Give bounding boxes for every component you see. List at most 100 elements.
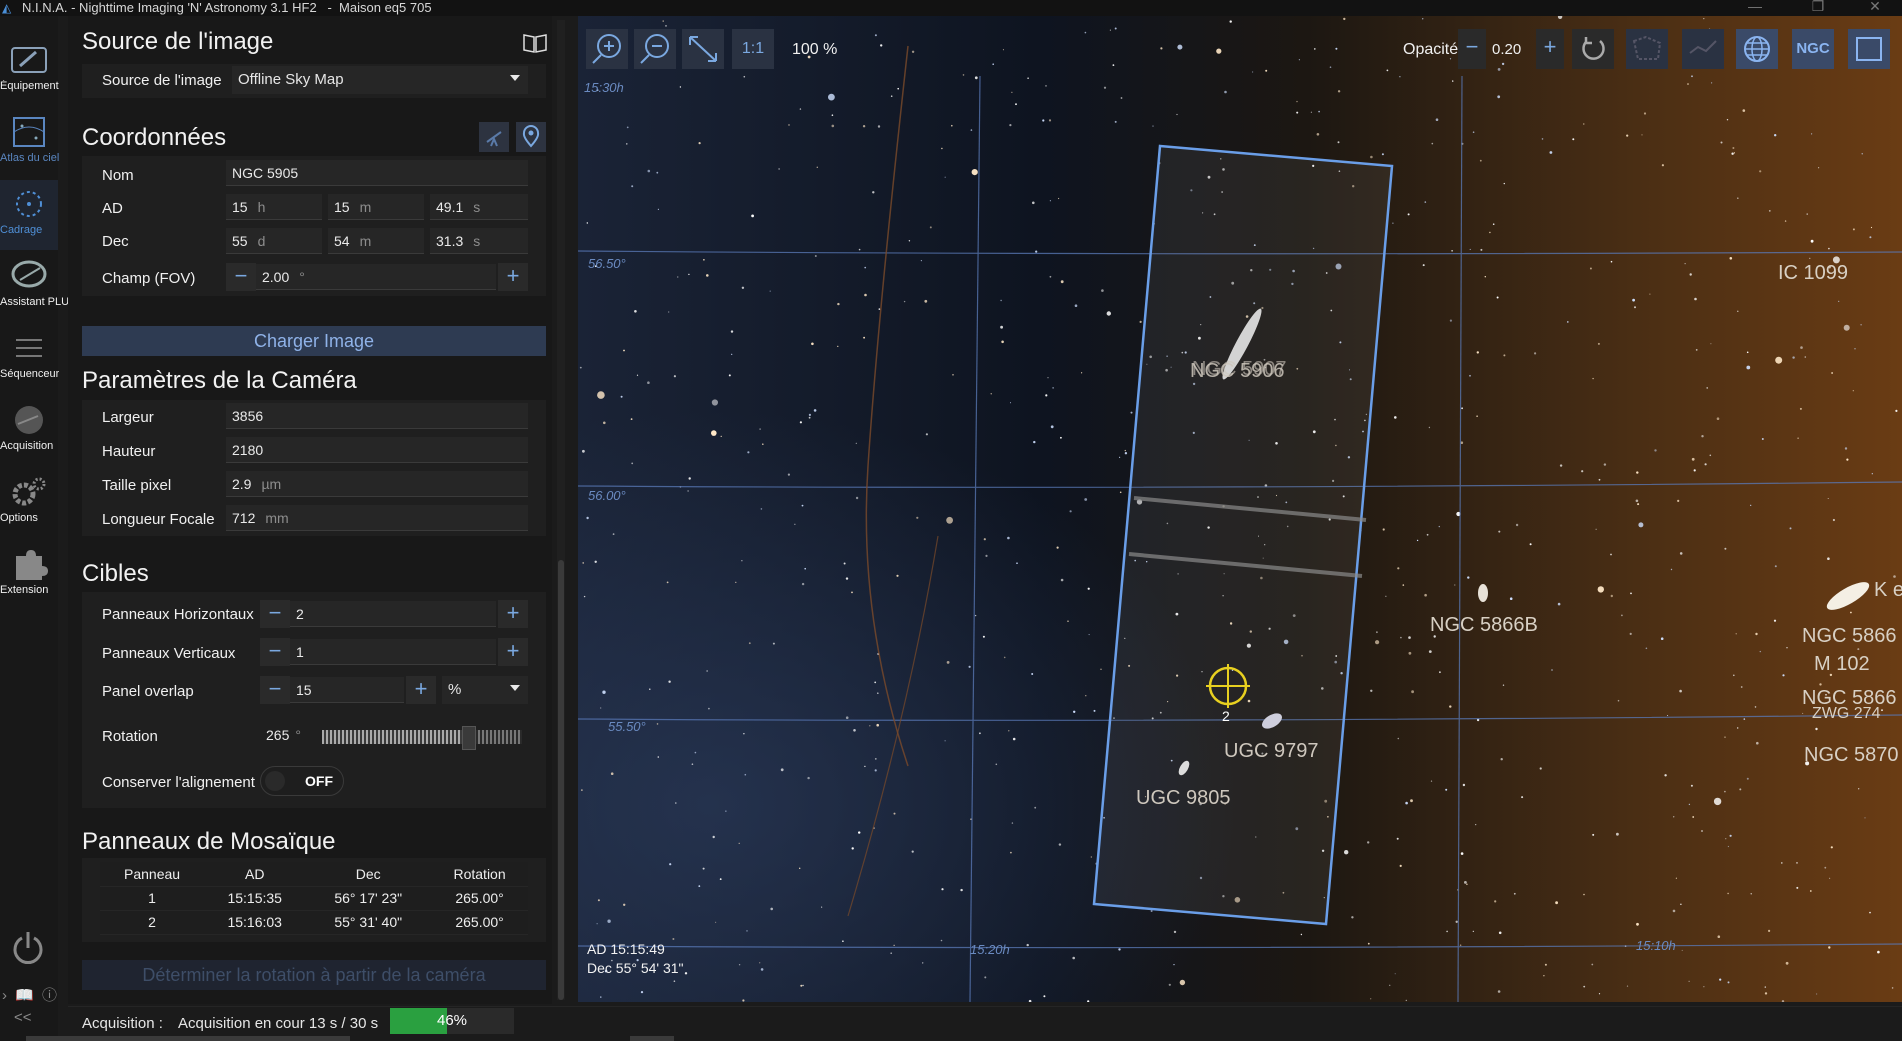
- coordinate-grid-button[interactable]: [1736, 29, 1778, 69]
- star: [940, 939, 943, 942]
- fov-decrement-button[interactable]: −: [226, 263, 256, 291]
- star: [916, 516, 919, 519]
- fit-to-view-button[interactable]: [682, 29, 724, 69]
- star: [738, 964, 741, 966]
- info-icon[interactable]: ⓘ: [42, 987, 57, 1004]
- dec-degrees-field[interactable]: 55 d: [226, 228, 322, 254]
- star: [1480, 248, 1483, 251]
- opacity-increment-button[interactable]: +: [1536, 29, 1564, 69]
- actual-size-button[interactable]: 1:1: [732, 29, 774, 69]
- hpanels-increment-button[interactable]: +: [498, 600, 528, 628]
- sky-scrollbar[interactable]: [630, 1036, 674, 1041]
- star: [1632, 298, 1635, 302]
- object-name-field[interactable]: NGC 5905: [226, 160, 528, 186]
- nav-extension[interactable]: Extension: [0, 540, 58, 610]
- width-field[interactable]: 3856: [226, 403, 528, 429]
- dso-annotations-button[interactable]: NGC: [1792, 29, 1834, 69]
- panel-overlap-field[interactable]: 15: [290, 677, 404, 703]
- star: [1764, 986, 1767, 988]
- overlap-increment-button[interactable]: +: [406, 676, 436, 704]
- star: [772, 642, 775, 645]
- ra-hours-unit: h: [257, 199, 266, 215]
- star: [864, 266, 866, 269]
- rotation-slider-thumb[interactable]: [462, 726, 477, 750]
- star: [719, 878, 722, 880]
- dec-minutes-field[interactable]: 54 m: [328, 228, 424, 254]
- star: [743, 75, 746, 78]
- star: [1832, 518, 1835, 522]
- sky-view[interactable]: 56.50° 56.00° 55.50° 15:30h 15:20h 15:10…: [578, 16, 1902, 1002]
- constellation-boundaries-button[interactable]: [1626, 29, 1668, 69]
- book-icon[interactable]: 📖: [15, 987, 34, 1004]
- nav-options[interactable]: Options: [0, 468, 58, 538]
- dec-seconds-field[interactable]: 31.3 s: [430, 228, 528, 254]
- nav-flat-wizard[interactable]: Assistant PLU: [0, 252, 69, 322]
- star: [769, 290, 771, 292]
- overlap-unit-value: %: [448, 681, 462, 698]
- star: [1630, 592, 1632, 595]
- opacity-decrement-button[interactable]: −: [1458, 29, 1486, 69]
- overlap-unit-dropdown[interactable]: %: [442, 676, 528, 704]
- star: [656, 171, 659, 174]
- table-row[interactable]: 2 15:16:03 55° 31' 40" 265.00°: [100, 910, 528, 935]
- star: [1093, 709, 1096, 712]
- star: [1296, 100, 1298, 103]
- image-source-label: Source de l'image: [102, 72, 222, 89]
- rotation-slider[interactable]: [322, 726, 522, 750]
- column-header: Panneau: [100, 862, 205, 887]
- star: [694, 751, 697, 754]
- ra-seconds-field[interactable]: 49.1 s: [430, 194, 528, 220]
- image-source-dropdown[interactable]: Offline Sky Map: [232, 66, 528, 94]
- star: [688, 477, 691, 480]
- star: [636, 374, 639, 376]
- nav-framing[interactable]: Cadrage: [0, 180, 58, 250]
- vertical-panels-field[interactable]: 1: [290, 639, 496, 665]
- telescope-coords-button[interactable]: [479, 122, 509, 152]
- zoom-out-button[interactable]: [634, 29, 676, 69]
- annotate-frame-button[interactable]: [1848, 29, 1890, 69]
- close-button[interactable]: ✕: [1860, 0, 1890, 16]
- flat-wizard-icon: [11, 260, 47, 288]
- overlap-decrement-button[interactable]: −: [260, 676, 290, 704]
- book-icon[interactable]: [522, 32, 548, 54]
- star: [1484, 276, 1486, 278]
- ra-hours-field[interactable]: 15 h: [226, 194, 322, 220]
- vpanels-decrement-button[interactable]: −: [260, 638, 290, 666]
- collapse-nav-button[interactable]: <<: [14, 1009, 32, 1026]
- rotation-field[interactable]: 265 °: [260, 722, 316, 748]
- ra-minutes-field[interactable]: 15 m: [328, 194, 424, 220]
- load-image-button[interactable]: Charger Image: [82, 326, 546, 356]
- fov-field[interactable]: 2.00 °: [256, 264, 496, 290]
- horizontal-scrollbar[interactable]: [26, 1036, 350, 1041]
- constellation-lines-button[interactable]: [1682, 29, 1724, 69]
- table-row[interactable]: 1 15:15:35 56° 17' 23" 265.00°: [100, 886, 528, 911]
- chevron-right-icon[interactable]: ›: [2, 987, 7, 1004]
- keep-alignment-toggle[interactable]: OFF: [260, 766, 344, 796]
- opacity-value[interactable]: 0.20: [1492, 41, 1521, 58]
- height-field[interactable]: 2180: [226, 437, 528, 463]
- power-icon[interactable]: [8, 928, 48, 968]
- nav-equipment[interactable]: Équipement: [0, 36, 59, 106]
- focal-length-field[interactable]: 712 mm: [226, 505, 528, 531]
- star: [983, 538, 986, 541]
- fov-increment-button[interactable]: +: [498, 263, 528, 291]
- location-button[interactable]: [516, 122, 546, 152]
- horizontal-panels-field[interactable]: 2: [290, 601, 496, 627]
- nav-sequencer[interactable]: Séquenceur: [0, 324, 59, 394]
- pixel-size-field[interactable]: 2.9 µm: [226, 471, 528, 497]
- determine-rotation-button[interactable]: Déterminer la rotation à partir de la ca…: [82, 960, 546, 990]
- vpanels-increment-button[interactable]: +: [498, 638, 528, 666]
- minimize-button[interactable]: —: [1740, 0, 1770, 16]
- hpanels-decrement-button[interactable]: −: [260, 600, 290, 628]
- maximize-button[interactable]: ❐: [1803, 0, 1833, 16]
- star: [1680, 903, 1682, 905]
- star: [1031, 673, 1034, 675]
- nav-sky-atlas[interactable]: Atlas du ciel: [0, 108, 59, 178]
- rotate-button[interactable]: [1572, 29, 1614, 69]
- scrollbar-thumb[interactable]: [558, 560, 564, 1000]
- star: [1026, 943, 1029, 947]
- panel-scrollbar[interactable]: [557, 20, 565, 1000]
- star: [1003, 656, 1006, 659]
- nav-imaging[interactable]: Acquisition: [0, 396, 58, 466]
- zoom-in-button[interactable]: [586, 29, 628, 69]
